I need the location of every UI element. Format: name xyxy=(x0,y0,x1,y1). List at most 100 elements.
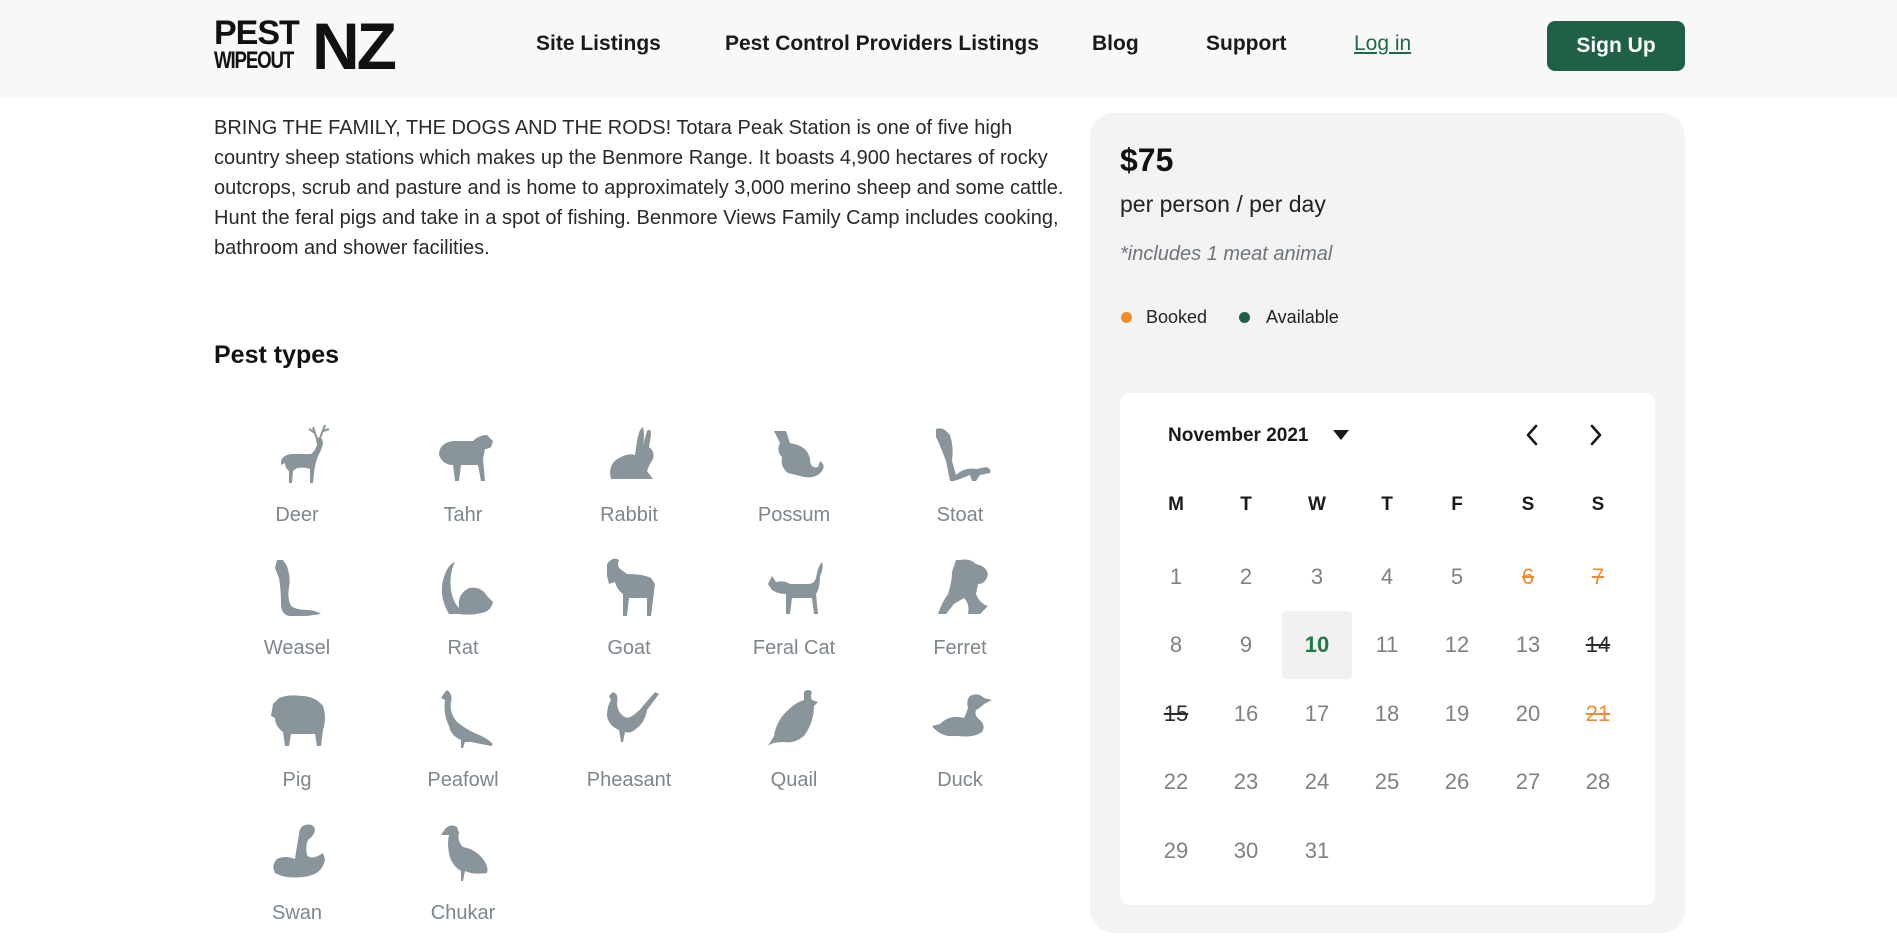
pest-type-item: Pheasant xyxy=(559,686,699,806)
calendar-day[interactable]: 1 xyxy=(1141,543,1211,611)
weekday-header: W xyxy=(1308,494,1326,515)
goat-icon xyxy=(607,558,655,616)
rabbit-icon xyxy=(610,427,654,479)
booked-legend-label: Booked xyxy=(1146,307,1208,327)
calendar-day[interactable]: 10 xyxy=(1282,611,1352,679)
calendar-day[interactable]: 28 xyxy=(1563,748,1633,816)
pig-icon xyxy=(271,695,325,746)
weekday-header: S xyxy=(1521,494,1535,515)
swan-icon xyxy=(273,824,325,878)
pest-type-label: Goat xyxy=(607,637,651,659)
logo-text-bottom: WIPEOUT xyxy=(214,47,294,74)
calendar-day[interactable]: 8 xyxy=(1141,611,1211,679)
calendar-day[interactable]: 5 xyxy=(1422,543,1492,611)
calendar-day[interactable]: 24 xyxy=(1282,748,1352,816)
pest-type-label: Feral Cat xyxy=(752,637,836,659)
pest-type-item: Weasel xyxy=(227,554,367,674)
calendar-day[interactable]: 4 xyxy=(1352,543,1422,611)
calendar-day[interactable]: 9 xyxy=(1211,611,1281,679)
weekday-header: T xyxy=(1381,494,1393,515)
pest-type-label: Rat xyxy=(447,637,479,659)
nav-log-in[interactable]: Log in xyxy=(1354,32,1411,56)
stoat-icon xyxy=(936,428,991,481)
available-legend-label: Available xyxy=(1266,307,1339,327)
calendar-day[interactable]: 17 xyxy=(1282,680,1352,748)
calendar-day[interactable]: 21 xyxy=(1563,680,1633,748)
calendar-day[interactable]: 22 xyxy=(1141,748,1211,816)
pest-type-label: Stoat xyxy=(936,504,984,526)
pest-type-label: Chukar xyxy=(430,902,496,924)
calendar-day[interactable]: 16 xyxy=(1211,680,1281,748)
tahr-icon xyxy=(439,435,493,481)
pest-type-label: Weasel xyxy=(263,637,331,659)
nav-blog[interactable]: Blog xyxy=(1092,32,1139,56)
feral-cat-icon xyxy=(768,562,823,614)
nav-site-listings[interactable]: Site Listings xyxy=(536,32,661,56)
pest-type-label: Swan xyxy=(271,902,323,924)
pest-type-label: Rabbit xyxy=(600,504,658,526)
calendar-day[interactable]: 13 xyxy=(1493,611,1563,679)
weasel-icon xyxy=(275,560,321,616)
quail-icon xyxy=(768,690,818,746)
calendar-day[interactable]: 23 xyxy=(1211,748,1281,816)
weekday-header: F xyxy=(1451,494,1463,515)
possum-icon xyxy=(774,431,824,478)
calendar-day[interactable]: 2 xyxy=(1211,543,1281,611)
peafowl-icon xyxy=(441,690,493,748)
weekday-header: T xyxy=(1240,494,1252,515)
calendar-day[interactable]: 18 xyxy=(1352,680,1422,748)
pest-type-label: Deer xyxy=(275,504,319,526)
next-month-chevron-icon[interactable] xyxy=(1581,420,1611,450)
calendar-day[interactable]: 31 xyxy=(1282,817,1352,885)
sign-up-button[interactable]: Sign Up xyxy=(1547,21,1685,71)
pest-type-label: Ferret xyxy=(933,637,987,659)
calendar-day[interactable]: 20 xyxy=(1493,680,1563,748)
calendar-day[interactable]: 30 xyxy=(1211,817,1281,885)
pest-type-item: Deer xyxy=(227,421,367,541)
calendar-day[interactable]: 19 xyxy=(1422,680,1492,748)
pest-type-label: Pheasant xyxy=(586,769,672,791)
rat-icon xyxy=(441,562,493,615)
pest-type-item: Stoat xyxy=(890,421,1030,541)
calendar-day[interactable]: 3 xyxy=(1282,543,1352,611)
calendar-day[interactable]: 7 xyxy=(1563,543,1633,611)
pest-type-item: Quail xyxy=(724,686,864,806)
listing-description: BRING THE FAMILY, THE DOGS AND THE RODS!… xyxy=(214,117,1064,259)
pest-type-item: Pig xyxy=(227,686,367,806)
calendar-day[interactable]: 26 xyxy=(1422,748,1492,816)
pest-wipeout-nz-logo[interactable]: PEST WIPEOUT NZ xyxy=(214,13,404,79)
prev-month-chevron-icon[interactable] xyxy=(1517,420,1547,450)
nav-support[interactable]: Support xyxy=(1206,32,1286,56)
calendar-day[interactable]: 14 xyxy=(1563,611,1633,679)
calendar-day[interactable]: 29 xyxy=(1141,817,1211,885)
pest-type-item: Peafowl xyxy=(393,686,533,806)
duck-icon xyxy=(932,694,992,737)
price-note: *includes 1 meat animal xyxy=(1120,243,1333,265)
weekday-header: M xyxy=(1168,494,1184,515)
month-dropdown-caret-icon[interactable] xyxy=(1333,430,1349,440)
pest-type-item: Chukar xyxy=(393,819,533,939)
calendar-day[interactable]: 25 xyxy=(1352,748,1422,816)
site-header: PEST WIPEOUT NZ Site Listings Pest Contr… xyxy=(0,0,1897,98)
pest-type-label: Duck xyxy=(937,769,983,791)
logo-text-right: NZ xyxy=(312,9,397,83)
calendar-day[interactable]: 6 xyxy=(1493,543,1563,611)
nav-pest-control-providers[interactable]: Pest Control Providers Listings xyxy=(725,32,1039,56)
deer-icon xyxy=(281,424,330,483)
booked-legend-dot xyxy=(1121,312,1132,323)
pest-type-item: Goat xyxy=(559,554,699,674)
calendar-month-label[interactable]: November 2021 xyxy=(1168,425,1308,447)
pest-type-item: Swan xyxy=(227,819,367,939)
weekday-header: S xyxy=(1591,494,1605,515)
pest-type-item: Feral Cat xyxy=(724,554,864,674)
calendar-day[interactable]: 15 xyxy=(1141,680,1211,748)
logo-text-top: PEST xyxy=(214,14,300,52)
price: $75 xyxy=(1120,142,1174,178)
calendar-day[interactable]: 12 xyxy=(1422,611,1492,679)
calendar-day[interactable]: 11 xyxy=(1352,611,1422,679)
pest-type-item: Duck xyxy=(890,686,1030,806)
pest-type-label: Peafowl xyxy=(427,769,499,791)
calendar-day[interactable]: 27 xyxy=(1493,748,1563,816)
pest-type-item: Rat xyxy=(393,554,533,674)
pest-type-item: Tahr xyxy=(393,421,533,541)
